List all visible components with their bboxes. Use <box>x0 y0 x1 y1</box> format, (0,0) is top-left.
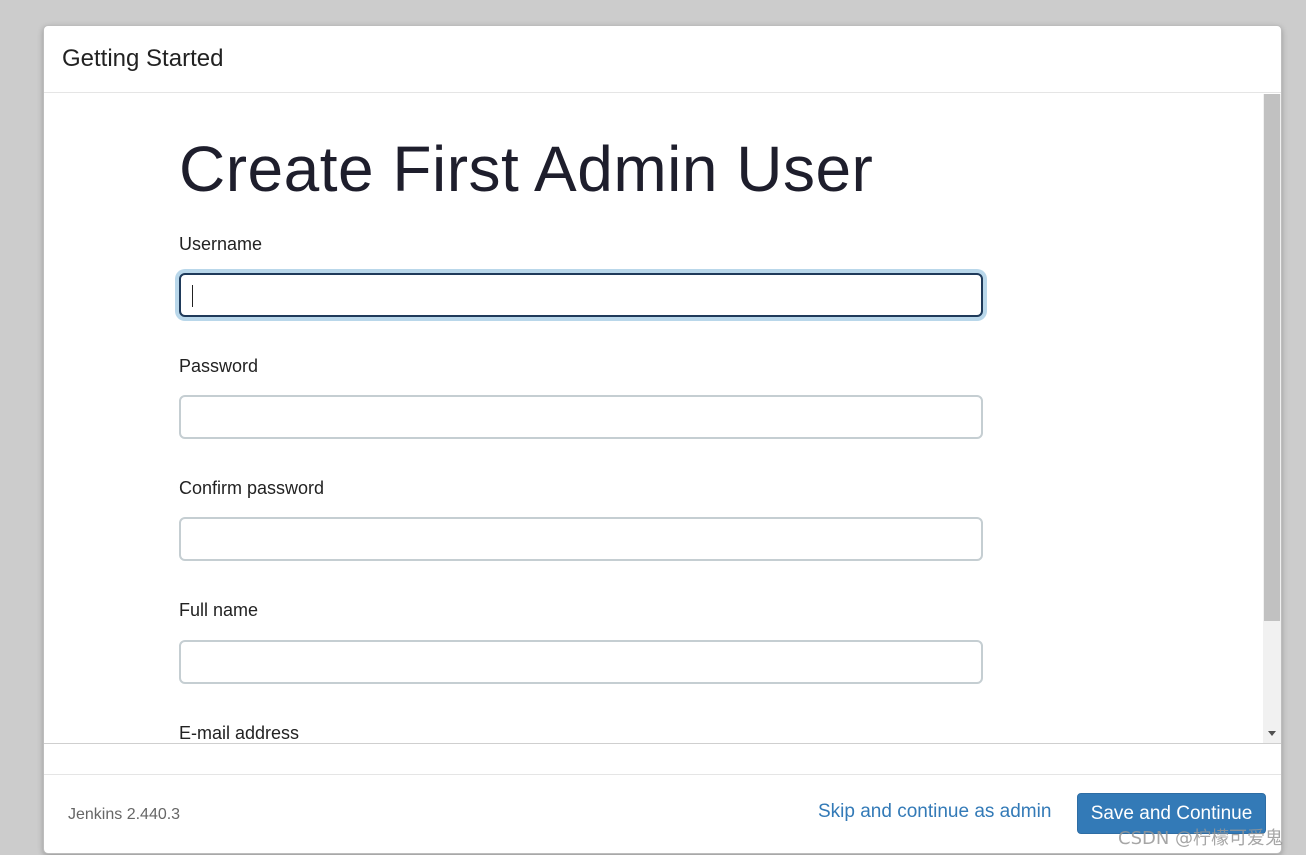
full-name-label: Full name <box>179 600 259 620</box>
watermark: CSDN @柠檬可爱鬼 <box>1118 828 1284 849</box>
username-input[interactable] <box>179 273 983 317</box>
confirm-password-input[interactable] <box>179 517 983 561</box>
dialog-title: Getting Started <box>62 45 224 72</box>
confirm-password-label: Confirm password <box>179 478 325 498</box>
jenkins-version: Jenkins 2.440.3 <box>68 806 181 823</box>
setup-wizard-dialog: Getting Started Create First Admin User … <box>43 25 1282 854</box>
full-name-input[interactable] <box>179 640 983 684</box>
vertical-scrollbar[interactable] <box>1263 94 1281 743</box>
skip-and-continue-link[interactable]: Skip and continue as admin <box>818 801 1051 823</box>
email-label: E-mail address <box>179 723 300 743</box>
password-input[interactable] <box>179 395 983 439</box>
text-cursor <box>192 285 193 307</box>
dialog-header: Getting Started <box>44 26 1281 93</box>
page-heading: Create First Admin User <box>179 133 874 205</box>
dialog-footer: Jenkins 2.440.3 Skip and continue as adm… <box>44 774 1281 853</box>
dialog-body: Create First Admin User Username Passwor… <box>44 94 1281 744</box>
username-label: Username <box>179 234 263 254</box>
password-label: Password <box>179 356 259 376</box>
scrollbar-thumb[interactable] <box>1264 94 1280 621</box>
scroll-down-arrow-icon[interactable] <box>1268 731 1276 736</box>
